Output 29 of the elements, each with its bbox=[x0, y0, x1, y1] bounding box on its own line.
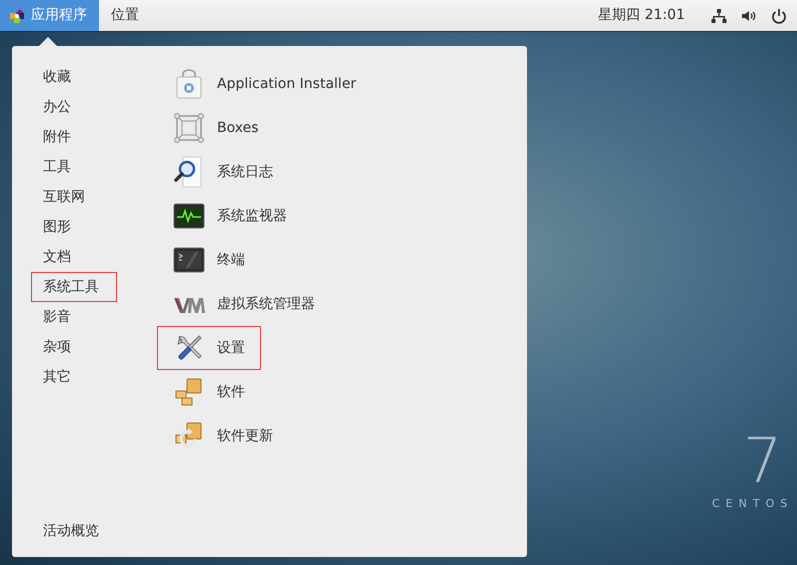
logo-icon bbox=[9, 8, 25, 24]
cube-frame-icon bbox=[173, 112, 205, 144]
menu-category[interactable]: 系统工具 bbox=[31, 272, 117, 302]
app-item[interactable]: 软件更新 bbox=[157, 414, 286, 458]
app-item[interactable]: 设置 bbox=[157, 326, 261, 370]
menu-category[interactable]: 收藏 bbox=[31, 62, 117, 92]
app-item[interactable]: 终端 bbox=[157, 238, 261, 282]
app-item[interactable]: Boxes bbox=[157, 106, 272, 150]
app-item[interactable]: 软件 bbox=[157, 370, 261, 414]
app-item[interactable]: 系统监视器 bbox=[157, 194, 300, 238]
menu-category[interactable]: 互联网 bbox=[31, 182, 117, 212]
menu-category[interactable]: 影音 bbox=[31, 302, 117, 332]
app-item[interactable]: 系统日志 bbox=[157, 150, 286, 194]
menu-category[interactable]: 图形 bbox=[31, 212, 117, 242]
menu-category[interactable]: 办公 bbox=[31, 92, 117, 122]
app-item[interactable]: Application Installer bbox=[157, 62, 370, 106]
menu-category[interactable]: 其它 bbox=[31, 362, 117, 392]
places-menu[interactable]: 位置 bbox=[99, 0, 151, 31]
clock[interactable]: 星期四 21:01 bbox=[598, 0, 711, 31]
menu-category[interactable]: 文档 bbox=[31, 242, 117, 272]
app-item[interactable]: 虚拟系统管理器 bbox=[157, 282, 328, 326]
activities-overview[interactable]: 活动概览 bbox=[12, 516, 145, 546]
menu-category[interactable]: 杂项 bbox=[31, 332, 117, 362]
menu-category[interactable]: 工具 bbox=[31, 152, 117, 182]
network-icon[interactable] bbox=[711, 8, 727, 24]
power-icon[interactable] bbox=[771, 8, 787, 24]
menu-category[interactable]: 附件 bbox=[31, 122, 117, 152]
logo-text: CENTOS bbox=[712, 496, 794, 512]
logo-number: 7 bbox=[742, 430, 782, 492]
